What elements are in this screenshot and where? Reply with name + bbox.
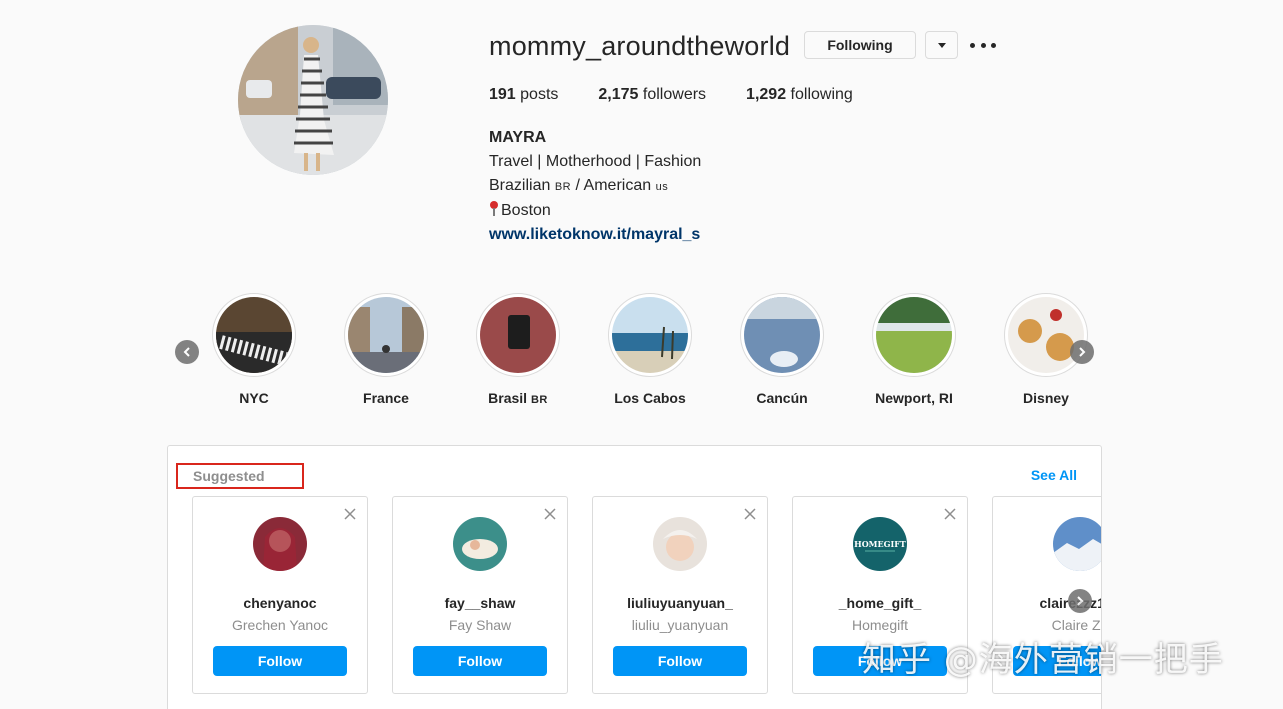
highlight-thumbnail <box>1008 297 1084 373</box>
suggested-name: Grechen Yanoc <box>232 617 328 633</box>
bio-location: Boston <box>501 202 551 219</box>
highlight-label: Brasil BR <box>476 390 560 406</box>
suggested-card: liuliuyuanyuan_ liuliu_yuanyuan Follow <box>592 496 768 694</box>
suggestions-dropdown-button[interactable] <box>925 31 958 59</box>
flag-br-icon: BR <box>530 394 548 406</box>
highlight-brasil[interactable]: Brasil BR <box>476 293 560 406</box>
stat-label: followers <box>642 86 707 103</box>
dot-icon <box>970 42 975 48</box>
suggested-name: Claire Ze <box>1051 617 1101 633</box>
close-icon[interactable] <box>943 507 957 521</box>
profile-stats: 191 posts 2,175 followers 1,292 followin… <box>489 86 893 104</box>
highlight-thumbnail <box>744 297 820 373</box>
caret-down-icon <box>937 42 946 48</box>
suggested-name: Fay Shaw <box>448 617 512 633</box>
highlight-ring <box>608 293 692 377</box>
highlight-label: Los Cabos <box>614 390 686 406</box>
profile-username: mommy_aroundtheworld <box>489 31 791 61</box>
suggested-title: Suggested <box>176 463 304 489</box>
highlight-label: NYC <box>239 390 269 406</box>
bio-line: Boston <box>489 199 701 223</box>
bio-name: MAYRA <box>489 129 547 146</box>
suggested-name: liuliu_yuanyuan <box>631 617 729 633</box>
stat-count: 1,292 <box>746 86 787 103</box>
highlight-nyc[interactable]: NYC <box>212 293 296 406</box>
suggested-card: fay__shaw Fay Shaw Follow <box>392 496 568 694</box>
stat-count: 191 <box>489 86 516 103</box>
suggested-username[interactable]: fay__shaw <box>393 595 567 611</box>
suggested-name: Homegift <box>851 617 909 633</box>
follow-button[interactable]: Follow <box>413 646 547 676</box>
suggested-next-button[interactable] <box>1068 589 1092 613</box>
highlight-cancun[interactable]: Cancún <box>740 293 824 406</box>
flag-br-icon: BR <box>554 181 572 193</box>
highlight-thumbnail <box>216 297 292 373</box>
highlights-prev-button[interactable] <box>175 340 199 364</box>
dot-icon <box>991 42 996 48</box>
avatar[interactable] <box>1053 517 1101 571</box>
stat-label: posts <box>520 86 559 103</box>
highlight-label: Newport, RI <box>875 390 953 406</box>
bio-text: Brazilian <box>489 177 555 194</box>
close-icon[interactable] <box>743 507 757 521</box>
highlight-ring <box>740 293 824 377</box>
chevron-left-icon <box>183 347 190 357</box>
highlight-ring <box>476 293 560 377</box>
chevron-right-icon <box>1079 347 1086 357</box>
highlight-los-cabos[interactable]: Los Cabos <box>608 293 692 406</box>
highlight-ring <box>212 293 296 377</box>
suggested-username[interactable]: chenyanoc <box>193 595 367 611</box>
avatar[interactable] <box>653 517 707 571</box>
stat-followers[interactable]: 2,175 followers <box>598 86 706 104</box>
dot-icon <box>980 42 986 48</box>
highlight-label: Cancún <box>756 390 808 406</box>
see-all-link[interactable]: See All <box>1031 467 1077 483</box>
highlight-ring <box>1004 293 1088 377</box>
highlights-next-button[interactable] <box>1070 340 1094 364</box>
bio-line: Brazilian BR / American us <box>489 174 701 199</box>
suggested-username[interactable]: liuliuyuanyuan_ <box>593 595 767 611</box>
highlight-france[interactable]: France <box>344 293 428 406</box>
homegift-logo: HOMEGIFT <box>854 539 906 549</box>
more-options-button[interactable] <box>970 36 996 54</box>
highlight-label: France <box>363 390 409 406</box>
avatar[interactable] <box>453 517 507 571</box>
highlight-thumbnail <box>348 297 424 373</box>
bio-line: Travel | Motherhood | Fashion <box>489 153 702 170</box>
avatar[interactable]: HOMEGIFT <box>853 517 907 571</box>
highlight-thumbnail <box>480 297 556 373</box>
stat-following[interactable]: 1,292 following <box>746 86 853 104</box>
highlight-label-text: Brasil <box>488 390 531 406</box>
avatar[interactable] <box>253 517 307 571</box>
suggested-username[interactable]: _home_gift_ <box>793 595 967 611</box>
flag-us-icon: us <box>655 181 669 193</box>
following-button[interactable]: Following <box>804 31 916 59</box>
highlight-thumbnail <box>612 297 688 373</box>
highlight-newport[interactable]: Newport, RI <box>872 293 956 406</box>
stat-count: 2,175 <box>598 86 639 103</box>
follow-button[interactable]: Follow <box>613 646 747 676</box>
follow-button[interactable]: Follow <box>213 646 347 676</box>
bio-text: / American <box>571 177 656 194</box>
watermark: 知乎 @海外营销一把手 <box>862 640 1224 680</box>
highlight-ring <box>344 293 428 377</box>
profile-bio: MAYRA Travel | Motherhood | Fashion Braz… <box>489 126 701 247</box>
highlight-ring <box>872 293 956 377</box>
close-icon[interactable] <box>543 507 557 521</box>
location-pin-icon <box>489 201 499 217</box>
chevron-right-icon <box>1077 596 1084 606</box>
bio-link[interactable]: www.liketoknow.it/mayral_s <box>489 223 701 247</box>
profile-avatar[interactable] <box>238 25 388 175</box>
suggested-card: chenyanoc Grechen Yanoc Follow <box>192 496 368 694</box>
highlight-label: Disney <box>1023 390 1069 406</box>
highlight-thumbnail <box>876 297 952 373</box>
stat-posts: 191 posts <box>489 86 558 104</box>
close-icon[interactable] <box>343 507 357 521</box>
stat-label: following <box>790 86 853 103</box>
